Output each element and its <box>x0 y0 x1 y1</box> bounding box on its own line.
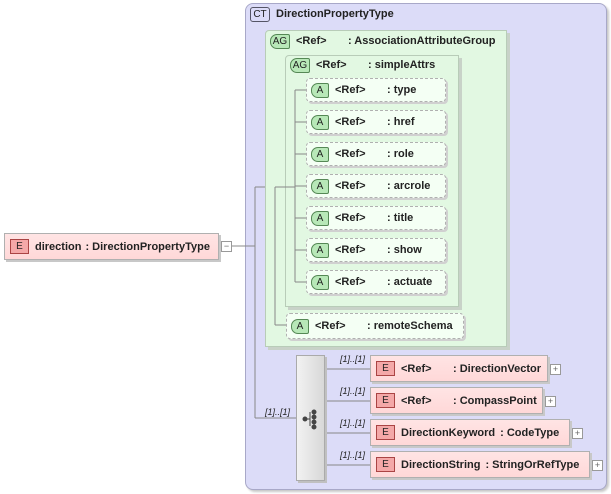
attribute-group-badge: AG <box>290 57 310 73</box>
attribute-type: : show <box>387 244 422 256</box>
attribute-type: : role <box>387 148 414 160</box>
choice-compositor[interactable] <box>296 355 325 481</box>
child-element[interactable]: E DirectionKeyword : CodeType <box>370 419 570 446</box>
root-element-direction[interactable]: E direction : DirectionPropertyType <box>4 233 219 260</box>
element-cardinality: [1]..[1] <box>340 418 366 428</box>
attribute-ref: <Ref> <box>335 212 366 224</box>
inner-group-header[interactable]: AG <Ref> : simpleAttrs <box>290 57 435 73</box>
attribute-ref: <Ref> <box>335 244 366 256</box>
collapse-toggle[interactable]: − <box>221 241 232 252</box>
expand-toggle[interactable]: + <box>572 428 583 439</box>
element-cardinality: [1]..[1] <box>340 450 366 460</box>
group-type: : simpleAttrs <box>368 59 436 71</box>
attribute-ref: <Ref> <box>335 116 366 128</box>
element-badge: E <box>376 393 395 408</box>
choice-compositor-icon <box>302 409 317 430</box>
attribute-item[interactable]: A <Ref> : href <box>306 110 446 134</box>
attribute-type: : actuate <box>387 276 433 288</box>
attribute-badge: A <box>311 114 329 130</box>
element-name: DirectionString <box>401 458 481 471</box>
element-name: DirectionKeyword <box>401 426 496 439</box>
attribute-item[interactable]: A <Ref> : actuate <box>306 270 446 294</box>
complex-type-header: CT DirectionPropertyType <box>250 6 394 22</box>
attribute-type: : type <box>387 84 417 96</box>
element-type: : CompassPoint <box>453 394 537 407</box>
attribute-type: : remoteSchema <box>367 320 453 332</box>
attribute-ref: <Ref> <box>335 276 366 288</box>
element-badge: E <box>376 361 395 376</box>
group-ref: <Ref> <box>296 35 327 47</box>
expand-toggle[interactable]: + <box>592 460 603 471</box>
element-cardinality: [1]..[1] <box>340 386 366 396</box>
attribute-ref: <Ref> <box>315 320 346 332</box>
complex-type-badge: CT <box>250 6 270 22</box>
element-name: direction <box>35 240 82 253</box>
element-type: : CodeType <box>500 426 560 439</box>
element-name: <Ref> <box>401 394 432 407</box>
element-badge: E <box>376 457 395 472</box>
choice-cardinality: [1]..[1] <box>265 407 291 417</box>
child-element[interactable]: E <Ref> : DirectionVector <box>370 355 548 382</box>
attribute-ref: <Ref> <box>335 180 366 192</box>
attribute-item[interactable]: A <Ref> : type <box>306 78 446 102</box>
element-type: : StringOrRefType <box>485 458 580 471</box>
element-badge: E <box>10 239 29 254</box>
attribute-ref: <Ref> <box>335 148 366 160</box>
attribute-ref: <Ref> <box>335 84 366 96</box>
expand-toggle[interactable]: + <box>550 364 561 375</box>
attribute-remote-schema[interactable]: A <Ref> : remoteSchema <box>286 313 464 339</box>
child-element[interactable]: E <Ref> : CompassPoint <box>370 387 543 414</box>
element-name: <Ref> <box>401 362 432 375</box>
attribute-badge: A <box>311 274 329 290</box>
attribute-badge: A <box>311 178 329 194</box>
complex-type-name: DirectionPropertyType <box>276 8 394 20</box>
attribute-badge: A <box>291 318 309 334</box>
attribute-badge: A <box>311 146 329 162</box>
attribute-item[interactable]: A <Ref> : role <box>306 142 446 166</box>
attribute-type: : arcrole <box>387 180 431 192</box>
attribute-type: : href <box>387 116 415 128</box>
child-element[interactable]: E DirectionString : StringOrRefType <box>370 451 590 478</box>
element-type: : DirectionVector <box>453 362 542 375</box>
attribute-item[interactable]: A <Ref> : title <box>306 206 446 230</box>
element-badge: E <box>376 425 395 440</box>
attribute-item[interactable]: A <Ref> : show <box>306 238 446 262</box>
attribute-badge: A <box>311 210 329 226</box>
attribute-item[interactable]: A <Ref> : arcrole <box>306 174 446 198</box>
outer-group-header[interactable]: AG <Ref> : AssociationAttributeGroup <box>270 33 495 49</box>
group-type: : AssociationAttributeGroup <box>348 35 496 47</box>
attribute-badge: A <box>311 242 329 258</box>
attribute-group-badge: AG <box>270 33 290 49</box>
group-ref: <Ref> <box>316 59 347 71</box>
expand-toggle[interactable]: + <box>545 396 556 407</box>
attribute-type: : title <box>387 212 414 224</box>
attribute-badge: A <box>311 82 329 98</box>
element-type: : DirectionPropertyType <box>85 240 210 253</box>
element-cardinality: [1]..[1] <box>340 354 366 364</box>
